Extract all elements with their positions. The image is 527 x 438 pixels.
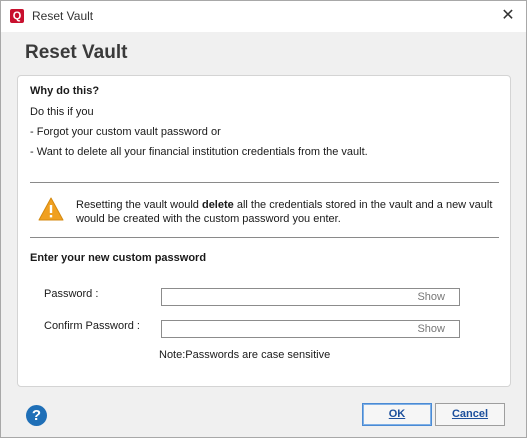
why-line: Do this if you	[30, 106, 94, 118]
show-password-toggle[interactable]: Show	[417, 291, 445, 303]
password-field[interactable]	[164, 290, 404, 304]
divider	[30, 237, 499, 238]
ok-button-label: OK	[388, 408, 406, 420]
page-title: Reset Vault	[25, 42, 128, 63]
ok-button[interactable]: OK	[362, 403, 432, 426]
why-line: - Want to delete all your financial inst…	[30, 146, 368, 158]
confirm-password-label: Confirm Password :	[44, 320, 140, 332]
show-confirm-password-toggle[interactable]: Show	[417, 323, 445, 335]
password-label: Password :	[44, 288, 99, 300]
case-sensitive-note: Note:Passwords are case sensitive	[159, 349, 331, 361]
confirm-password-field-box: Show	[161, 320, 460, 338]
warning-message: Resetting the vault would delete all the…	[76, 198, 501, 226]
reset-vault-dialog: Q Reset Vault ✕ Reset Vault Why do this?…	[0, 0, 527, 438]
password-field-box: Show	[161, 288, 460, 306]
close-button[interactable]: ✕	[494, 3, 522, 29]
cancel-button-label: Cancel	[451, 408, 489, 420]
why-line: - Forgot your custom vault password or	[30, 126, 221, 138]
quicken-logo-icon: Q	[10, 9, 24, 23]
why-title: Why do this?	[30, 85, 100, 97]
warning-text-before: Resetting the vault would	[76, 199, 202, 211]
title-bar: Q Reset Vault ✕	[1, 1, 526, 32]
warning-text-bold: delete	[201, 199, 234, 211]
warning-triangle-icon	[38, 197, 64, 221]
help-icon[interactable]: ?	[26, 405, 47, 426]
confirm-password-field[interactable]	[164, 322, 404, 336]
window-title: Reset Vault	[32, 9, 94, 23]
cancel-button[interactable]: Cancel	[435, 403, 505, 426]
divider	[30, 182, 499, 183]
content-panel: Why do this? Do this if you - Forgot you…	[17, 75, 511, 387]
password-section-title: Enter your new custom password	[30, 252, 207, 264]
